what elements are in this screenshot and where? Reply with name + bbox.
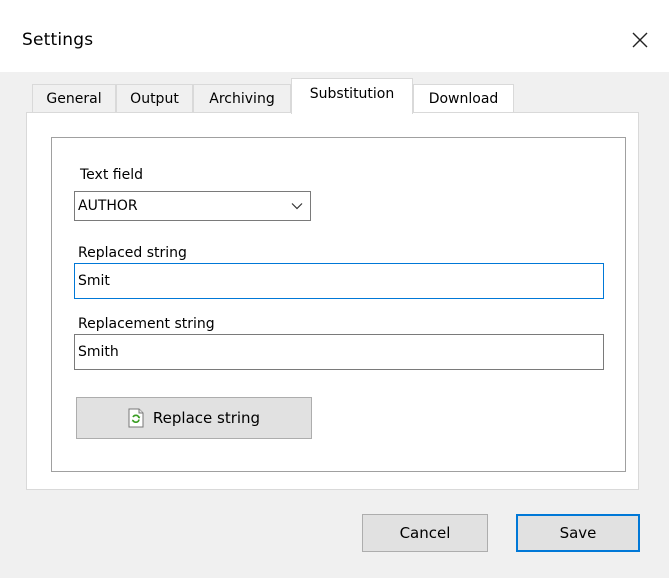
chevron-down-icon <box>291 203 303 210</box>
save-button[interactable]: Save <box>516 514 640 552</box>
close-button[interactable] <box>620 22 660 58</box>
tab-archiving[interactable]: Archiving <box>193 84 291 112</box>
cancel-button[interactable]: Cancel <box>362 514 488 552</box>
close-icon <box>632 32 648 48</box>
save-button-label: Save <box>559 524 597 542</box>
tab-general[interactable]: General <box>32 84 116 112</box>
replaced-string-label: Replaced string <box>78 245 187 261</box>
tab-label: Download <box>428 90 499 107</box>
replacement-string-label: Replacement string <box>78 316 215 332</box>
tab-download[interactable]: Download <box>413 84 514 112</box>
tab-label: Output <box>130 90 179 107</box>
text-field-select[interactable]: AUTHOR <box>74 191 311 221</box>
window-title: Settings <box>22 30 94 50</box>
replace-icon <box>128 408 144 428</box>
replace-string-label: Replace string <box>152 409 261 427</box>
text-field-value: AUTHOR <box>78 198 138 214</box>
settings-dialog: Settings General Output Archiving Substi… <box>0 0 669 578</box>
tab-label: General <box>46 90 102 107</box>
replaced-string-input[interactable] <box>74 263 604 299</box>
tab-substitution[interactable]: Substitution <box>291 78 413 114</box>
title-bar: Settings <box>0 0 669 72</box>
tab-label: Archiving <box>209 90 275 107</box>
text-field-label: Text field <box>80 167 143 183</box>
replacement-string-input[interactable] <box>74 334 604 370</box>
tab-output[interactable]: Output <box>116 84 193 112</box>
replace-string-button[interactable]: Replace string <box>76 397 312 439</box>
tab-label: Substitution <box>309 86 395 102</box>
cancel-button-label: Cancel <box>399 524 451 542</box>
